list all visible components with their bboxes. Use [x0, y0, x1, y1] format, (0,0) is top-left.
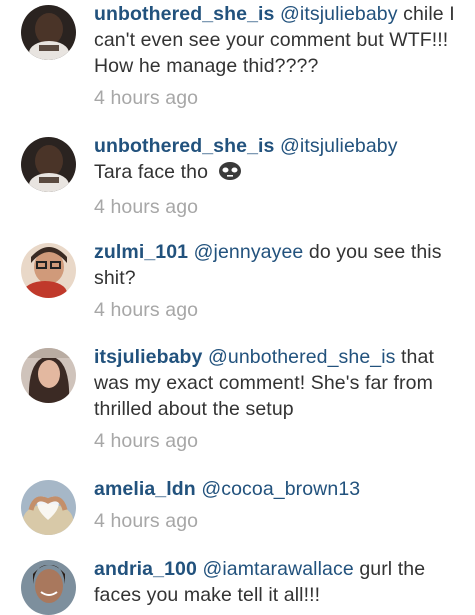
avatar[interactable] — [21, 5, 76, 60]
avatar[interactable] — [21, 560, 76, 615]
comment-mention[interactable]: @iamtarawallace — [202, 558, 353, 580]
comment-mention[interactable]: @itsjuliebaby — [280, 3, 398, 25]
comment-list: unbothered_she_is @itsjuliebaby chile I … — [0, 0, 475, 615]
comment-mention[interactable]: @itsjuliebaby — [280, 135, 398, 157]
comment-username[interactable]: andria_100 — [94, 558, 197, 580]
comment-mention[interactable]: @cocoa_brown13 — [201, 478, 360, 500]
comment-timestamp: 4 hours ago — [94, 430, 199, 452]
comment-username[interactable]: itsjuliebaby — [94, 346, 202, 368]
comment-timestamp: 4 hours ago — [94, 510, 199, 532]
comment-username[interactable]: amelia_ldn — [94, 478, 196, 500]
alien-face-emoji-icon — [218, 161, 242, 188]
comment-username[interactable]: unbothered_she_is — [94, 3, 275, 25]
comment-username[interactable]: zulmi_101 — [94, 241, 188, 263]
avatar[interactable] — [21, 348, 76, 403]
comment-timestamp: 4 hours ago — [94, 87, 199, 109]
comment-timestamp: 4 hours ago — [94, 196, 199, 218]
comment-username[interactable]: unbothered_she_is — [94, 135, 275, 157]
comment-mention[interactable]: @jennyayee — [194, 241, 304, 263]
comment-text: Tara face tho — [94, 161, 209, 183]
comment-timestamp: 4 hours ago — [94, 299, 199, 321]
comment-mention[interactable]: @unbothered_she_is — [208, 346, 395, 368]
avatar[interactable] — [21, 480, 76, 535]
avatar[interactable] — [21, 243, 76, 298]
avatar[interactable] — [21, 137, 76, 192]
